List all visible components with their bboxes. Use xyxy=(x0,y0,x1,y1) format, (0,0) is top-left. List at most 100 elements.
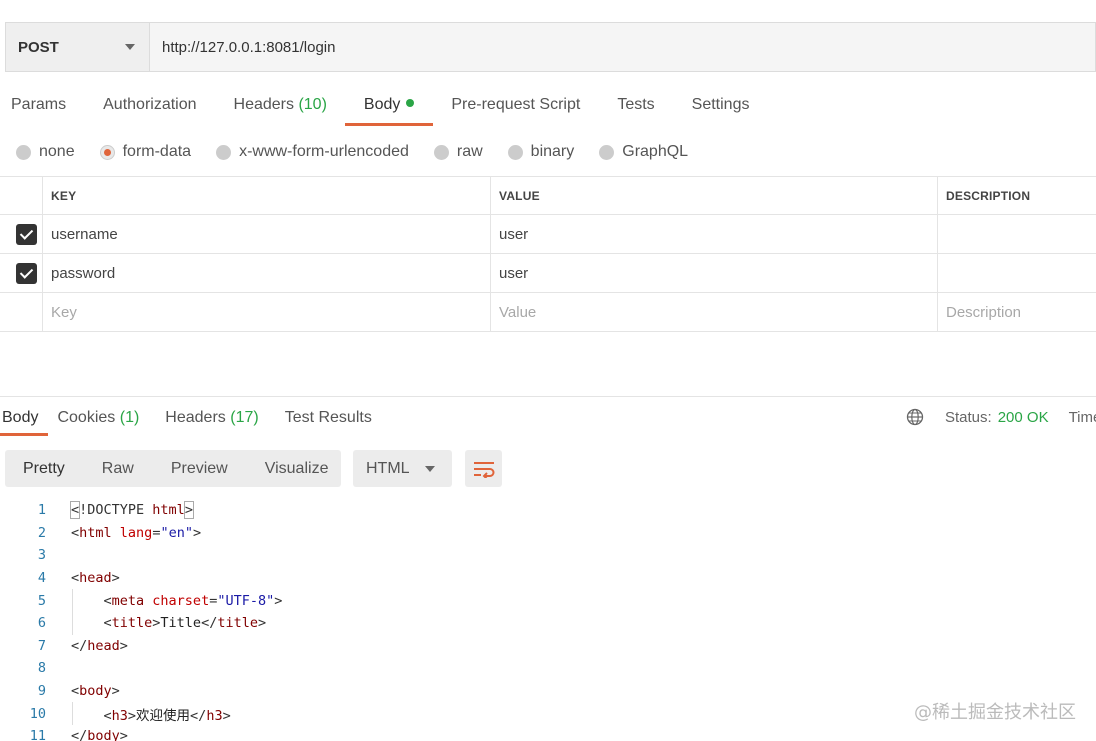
response-tab-body[interactable]: Body xyxy=(0,398,50,436)
code-line: 5 <meta charset="UTF-8"> xyxy=(0,589,1096,612)
tab-label: Authorization xyxy=(103,96,197,113)
response-divider[interactable] xyxy=(0,396,1096,397)
row-enable-cell xyxy=(0,215,43,253)
tab-authorization[interactable]: Authorization xyxy=(103,86,196,126)
radio-label: raw xyxy=(456,143,483,160)
code-token: html xyxy=(152,502,185,519)
response-tab-cookies[interactable]: Cookies (1) xyxy=(57,398,139,436)
view-raw-button[interactable]: Raw xyxy=(102,460,134,478)
body-type-form-data[interactable]: form-data xyxy=(99,143,192,161)
radio-label: x-www-form-urlencoded xyxy=(239,143,409,160)
key-input[interactable]: username xyxy=(43,215,491,253)
code-line: 7 </head> xyxy=(0,635,1096,658)
code-token: </ xyxy=(201,615,218,632)
checkbox-checked-icon[interactable] xyxy=(15,262,37,284)
tab-label: Headers xyxy=(233,96,294,113)
new-value-input[interactable]: Value xyxy=(491,293,938,331)
value-input[interactable]: user xyxy=(491,254,938,292)
checkbox-checked-icon[interactable] xyxy=(15,223,37,245)
table-row: password user xyxy=(0,254,1096,293)
tab-label: Test Results xyxy=(284,409,372,426)
table-row: username user xyxy=(0,215,1096,254)
code-token: body xyxy=(87,728,120,741)
view-preview-button[interactable]: Preview xyxy=(171,460,228,478)
tab-params[interactable]: Params xyxy=(11,86,66,126)
description-input[interactable] xyxy=(938,215,1096,253)
format-select[interactable]: HTML xyxy=(353,450,452,487)
code-token: </ xyxy=(71,728,88,741)
status-code[interactable]: 200 OK xyxy=(998,409,1049,426)
line-number: 3 xyxy=(37,547,46,564)
radio-icon[interactable] xyxy=(216,144,232,160)
tab-label: Body xyxy=(2,409,39,426)
code-token: !DOCTYPE xyxy=(79,502,153,519)
code-token: > xyxy=(111,570,120,587)
url-input[interactable]: http://127.0.0.1:8081/login xyxy=(150,23,1095,71)
method-select[interactable]: POST xyxy=(6,23,150,71)
body-type-urlencoded[interactable]: x-www-form-urlencoded xyxy=(216,143,409,161)
time-label: Time: xyxy=(1068,408,1096,426)
code-line: 8 xyxy=(0,657,1096,680)
radio-label: binary xyxy=(530,143,575,160)
tab-pre-request-script[interactable]: Pre-request Script xyxy=(451,86,580,126)
code-text: <body> xyxy=(71,683,120,699)
table-row-new: Key Value Description xyxy=(0,293,1096,332)
line-number: 5 xyxy=(37,592,46,609)
radio-icon[interactable] xyxy=(16,144,31,160)
description-input[interactable] xyxy=(938,254,1096,292)
body-type-none[interactable]: none xyxy=(16,143,75,161)
new-description-input[interactable]: Description xyxy=(938,293,1096,331)
key-input[interactable]: password xyxy=(43,254,491,292)
body-type-graphql[interactable]: GraphQL xyxy=(599,143,688,161)
body-type-binary[interactable]: binary xyxy=(507,143,575,161)
body-type-raw[interactable]: raw xyxy=(433,143,483,161)
wrap-lines-button[interactable] xyxy=(465,450,502,487)
tab-count: (1) xyxy=(119,409,140,426)
code-token: < xyxy=(71,592,112,609)
tab-label: Settings xyxy=(691,96,750,113)
code-text: <meta charset="UTF-8"> xyxy=(71,592,283,609)
code-token: charset xyxy=(152,592,210,609)
response-tab-headers[interactable]: Headers (17) xyxy=(165,398,258,436)
code-text: <h3>欢迎使用</h3> xyxy=(71,704,231,724)
code-token: "en" xyxy=(160,524,193,541)
code-token: > xyxy=(192,524,202,541)
view-pretty-button[interactable]: Pretty xyxy=(23,460,65,478)
code-line: 3 xyxy=(0,544,1096,567)
tab-headers[interactable]: Headers (10) xyxy=(234,86,327,126)
tab-label: Pre-request Script xyxy=(451,96,581,113)
code-text: </body> xyxy=(71,728,128,741)
tab-body[interactable]: Body xyxy=(344,86,435,126)
wrap-lines-icon xyxy=(473,461,494,478)
view-visualize-button[interactable]: Visualize xyxy=(265,460,329,478)
code-token: </ xyxy=(71,637,88,654)
radio-icon[interactable] xyxy=(433,144,449,160)
tab-settings[interactable]: Settings xyxy=(692,86,750,126)
request-bar: POST http://127.0.0.1:8081/login xyxy=(5,22,1096,72)
tab-tests[interactable]: Tests xyxy=(617,86,654,126)
code-token: < xyxy=(71,524,80,541)
code-text: <!DOCTYPE html> xyxy=(69,501,194,520)
value-input[interactable]: user xyxy=(491,215,938,253)
header-spacer xyxy=(0,177,43,214)
code-token: < xyxy=(69,501,81,520)
code-token: > xyxy=(274,592,283,609)
radio-label: GraphQL xyxy=(622,143,689,160)
new-key-input[interactable]: Key xyxy=(43,293,491,331)
response-tab-test-results[interactable]: Test Results xyxy=(285,398,372,436)
radio-icon[interactable] xyxy=(507,144,523,160)
code-token: </ xyxy=(190,707,207,724)
radio-icon[interactable] xyxy=(599,144,615,160)
code-line: 4 <head> xyxy=(0,567,1096,590)
code-token: < xyxy=(71,570,80,587)
code-text: <title>Title</title> xyxy=(71,615,267,632)
globe-icon[interactable] xyxy=(906,408,924,426)
code-token: > xyxy=(127,707,137,724)
radio-selected-icon[interactable] xyxy=(99,144,115,160)
tab-label: Cookies xyxy=(57,409,116,426)
line-number: 6 xyxy=(37,615,46,632)
code-token: "UTF-8" xyxy=(217,592,275,609)
code-token: > xyxy=(183,501,194,520)
line-number: 7 xyxy=(37,637,46,654)
radio-label: form-data xyxy=(122,143,192,160)
